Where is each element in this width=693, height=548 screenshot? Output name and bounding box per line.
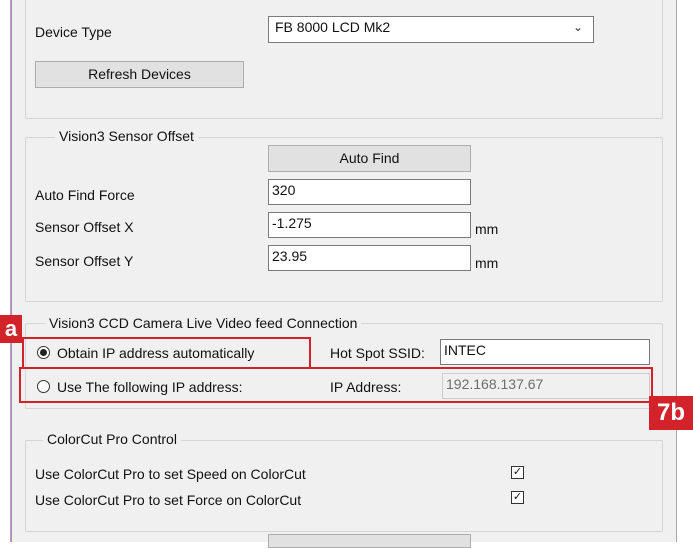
refresh-devices-button[interactable]: Refresh Devices [35, 61, 244, 88]
colorcut-legend: ColorCut Pro Control [43, 431, 181, 447]
sensor-offset-y-unit: mm [475, 255, 499, 271]
checkmark-icon: ✓ [512, 491, 523, 503]
annotation-tag-a: a [0, 315, 22, 343]
sensor-offset-legend: Vision3 Sensor Offset [55, 128, 198, 144]
auto-find-button[interactable]: Auto Find [268, 145, 471, 172]
sensor-offset-x-unit: mm [475, 221, 499, 237]
device-type-dropdown[interactable]: FB 8000 LCD Mk2 ⌄ [268, 16, 594, 43]
colorcut-force-label: Use ColorCut Pro to set Force on ColorCu… [35, 492, 302, 508]
bottom-button-partial[interactable] [268, 534, 471, 548]
checkmark-icon: ✓ [512, 466, 523, 478]
colorcut-speed-label: Use ColorCut Pro to set Speed on ColorCu… [35, 466, 306, 482]
chevron-down-icon[interactable]: ⌄ [573, 20, 583, 34]
sensor-offset-y-field[interactable]: 23.95 [268, 245, 471, 271]
colorcut-group [25, 440, 663, 532]
auto-find-force-label: Auto Find Force [35, 187, 135, 203]
highlight-manual-ip [19, 367, 653, 403]
device-type-label: Device Type [35, 24, 112, 40]
annotation-tag-7b: 7b [649, 396, 693, 430]
camera-legend: Vision3 CCD Camera Live Video feed Conne… [45, 315, 362, 331]
sensor-offset-y-label: Sensor Offset Y [35, 253, 134, 269]
colorcut-speed-checkbox[interactable]: ✓ [511, 466, 524, 479]
device-type-value: FB 8000 LCD Mk2 [275, 19, 391, 35]
window-edge [11, 0, 12, 542]
hot-spot-ssid-label: Hot Spot SSID: [330, 345, 425, 361]
auto-find-force-field[interactable]: 320 [268, 179, 471, 205]
colorcut-force-checkbox[interactable]: ✓ [511, 491, 524, 504]
hot-spot-ssid-field[interactable]: INTEC [440, 339, 650, 365]
settings-window: Device Type FB 8000 LCD Mk2 ⌄ Refresh De… [10, 0, 677, 548]
sensor-offset-x-field[interactable]: -1.275 [268, 212, 471, 238]
highlight-auto-ip [22, 337, 311, 369]
sensor-offset-x-label: Sensor Offset X [35, 219, 134, 235]
